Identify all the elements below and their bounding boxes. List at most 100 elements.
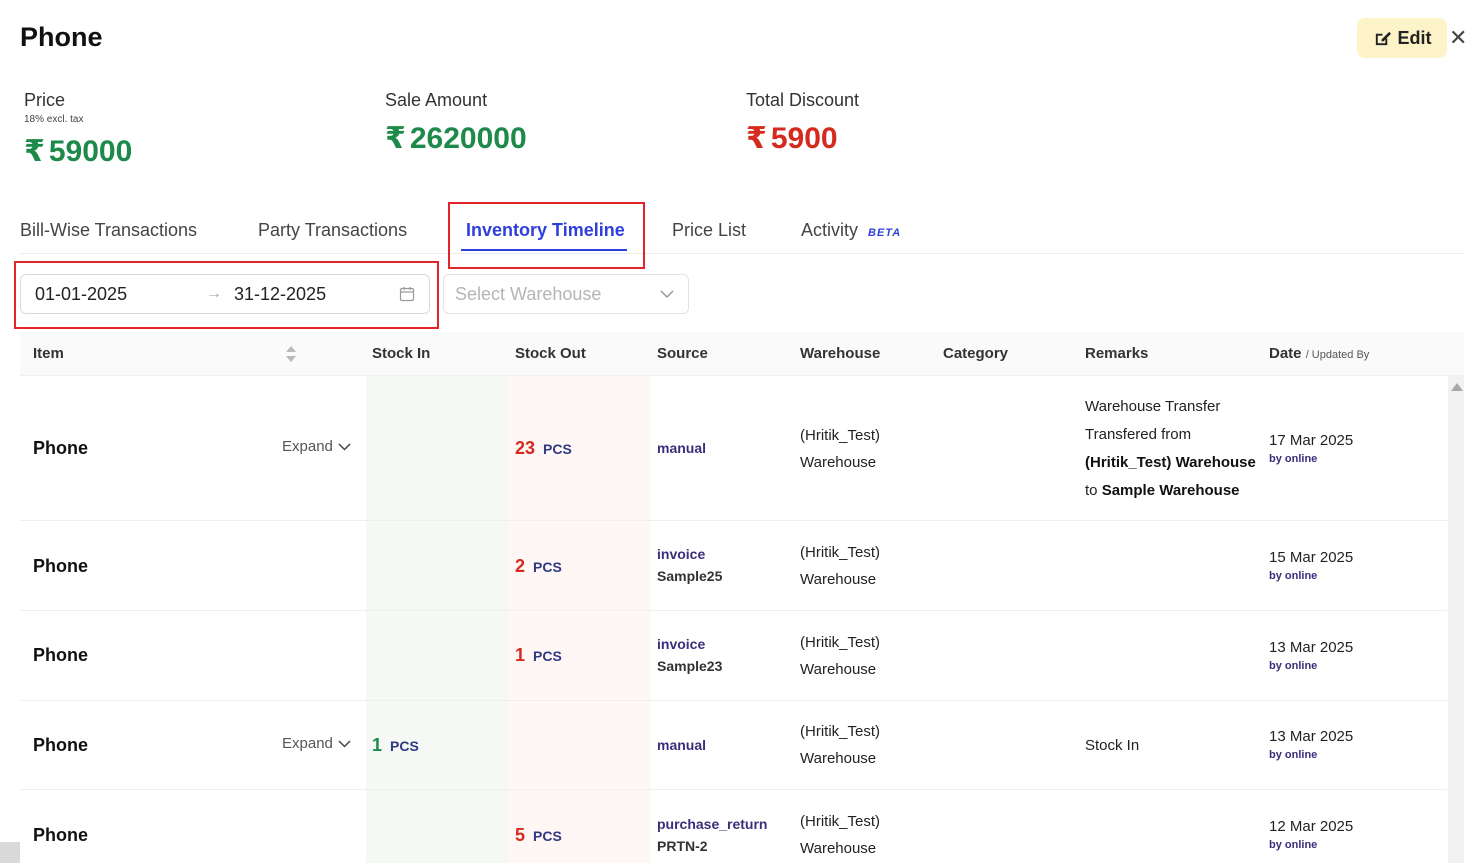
date-from-input[interactable]: 01-01-2025	[35, 284, 127, 305]
edit-button[interactable]: Edit	[1357, 18, 1447, 58]
warehouse-select-placeholder: Select Warehouse	[455, 283, 602, 304]
column-header-updated-by: / Updated By	[1305, 349, 1370, 361]
tab-activity[interactable]: Activity BETA	[801, 220, 901, 241]
tab-price-list[interactable]: Price List	[672, 220, 746, 241]
edit-icon	[1375, 31, 1391, 45]
remarks-cell: Stock In	[1085, 737, 1140, 754]
source-cell: manual	[657, 437, 706, 459]
tab-inventory-timeline[interactable]: Inventory Timeline	[466, 220, 625, 241]
item-name: Phone	[33, 556, 89, 576]
total-discount-value: ₹ 5900	[746, 121, 838, 156]
date-cell: 12 Mar 2025 by online	[1269, 818, 1354, 851]
sale-amount-label: Sale Amount	[385, 90, 488, 110]
rupee-icon: ₹	[385, 122, 406, 155]
updated-by: by online	[1269, 570, 1318, 582]
item-name: Phone	[33, 735, 89, 755]
unit-label: PCS	[390, 738, 419, 754]
stock-out-qty: 1 PCS	[515, 645, 562, 665]
column-header-remarks: Remarks	[1085, 345, 1149, 362]
price-stat: Price 18% excl. tax ₹ 59000	[24, 90, 132, 169]
tab-bar: Bill-Wise Transactions Party Transaction…	[20, 212, 1464, 254]
item-name: Phone	[33, 645, 89, 665]
stock-out-qty: 2 PCS	[515, 556, 562, 576]
item-name: Phone	[33, 825, 89, 845]
source-ref: PRTN-2	[657, 838, 708, 854]
close-icon[interactable]: ✕	[1449, 26, 1467, 50]
remarks-cell: Warehouse Transfer Transfered from (Hrit…	[1085, 398, 1256, 499]
table-row: Phone Expand 23 PCS manual (Hritik_Test) …	[20, 376, 1447, 521]
expand-button[interactable]: Expand	[282, 438, 351, 455]
sale-amount-stat: Sale Amount ₹ 2620000	[385, 90, 527, 156]
expand-button[interactable]: Expand	[282, 735, 351, 752]
column-header-stock-in: Stock In	[372, 345, 431, 362]
page-edge-fragment	[0, 842, 20, 863]
source-type-link[interactable]: manual	[657, 437, 706, 459]
item-name: Phone	[33, 438, 89, 458]
warehouse-cell: (Hritik_Test) Warehouse	[800, 634, 881, 678]
source-type-link[interactable]: manual	[657, 734, 706, 756]
column-header-warehouse: Warehouse	[800, 345, 881, 362]
table-row: Phone Expand 1 PCS manual (Hritik_Test) W…	[20, 701, 1447, 790]
updated-by: by online	[1269, 660, 1318, 672]
source-ref: Sample25	[657, 568, 723, 584]
updated-by: by online	[1269, 839, 1318, 851]
date-range-picker[interactable]: 01-01-2025 → 31-12-2025	[20, 274, 430, 314]
source-cell: invoice Sample23	[657, 633, 722, 677]
scroll-up-icon[interactable]	[1451, 383, 1463, 391]
tab-activity-label: Activity	[801, 220, 859, 240]
updated-by: by online	[1269, 749, 1318, 761]
table-header: Item Stock In Stock Out Source Warehouse…	[20, 332, 1464, 376]
stock-in-qty: 1 PCS	[372, 735, 419, 755]
arrow-right-icon: →	[206, 285, 222, 302]
unit-label: PCS	[533, 559, 562, 575]
active-tab-indicator	[461, 249, 627, 251]
source-type-link[interactable]: invoice	[657, 543, 722, 565]
total-discount-stat: Total Discount ₹ 5900	[746, 90, 859, 156]
source-cell: invoice Sample25	[657, 543, 722, 587]
total-discount-label: Total Discount	[746, 90, 860, 110]
date-cell: 17 Mar 2025 by online	[1269, 432, 1354, 465]
column-header-category: Category	[943, 345, 1009, 362]
chevron-down-icon	[338, 443, 351, 451]
warehouse-select[interactable]: Select Warehouse	[443, 274, 689, 314]
date-cell: 13 Mar 2025 by online	[1269, 639, 1354, 672]
table-scrollbar[interactable]	[1448, 376, 1464, 863]
price-tax-note: 18% excl. tax	[24, 114, 84, 125]
rupee-icon: ₹	[24, 135, 45, 168]
warehouse-cell: (Hritik_Test) Warehouse	[800, 427, 881, 471]
updated-by: by online	[1269, 453, 1318, 465]
unit-label: PCS	[543, 441, 572, 457]
calendar-icon	[399, 287, 415, 302]
warehouse-cell: (Hritik_Test) Warehouse	[800, 544, 881, 588]
edit-button-label: Edit	[1397, 27, 1432, 48]
chevron-down-icon	[338, 740, 351, 748]
rupee-icon: ₹	[746, 122, 767, 155]
column-header-item: Item	[33, 345, 64, 362]
source-cell: manual	[657, 734, 706, 756]
column-header-stock-out: Stock Out	[515, 345, 586, 362]
stock-out-qty: 5 PCS	[515, 825, 562, 845]
column-header-source: Source	[657, 345, 708, 362]
sale-amount-value: ₹ 2620000	[385, 121, 527, 156]
column-header-date: Date / Updated By	[1269, 345, 1370, 362]
beta-badge: BETA	[868, 227, 902, 239]
unit-label: PCS	[533, 828, 562, 844]
source-cell: purchase_return PRTN-2	[657, 813, 767, 857]
table-row: Phone 5 PCS purchase_return PRTN-2 (Hriti…	[20, 790, 1447, 863]
chevron-down-icon	[660, 290, 674, 299]
price-label: Price	[24, 90, 66, 110]
sort-icon[interactable]	[285, 344, 297, 364]
warehouse-cell: (Hritik_Test) Warehouse	[800, 813, 881, 857]
unit-label: PCS	[533, 648, 562, 664]
table-row: Phone 1 PCS invoice Sample23 (Hritik_Test…	[20, 611, 1447, 701]
date-to-input[interactable]: 31-12-2025	[234, 284, 326, 305]
source-type-link[interactable]: invoice	[657, 633, 722, 655]
price-value: ₹ 59000	[24, 134, 133, 169]
tab-party-transactions[interactable]: Party Transactions	[258, 220, 407, 241]
page-title: Phone	[20, 22, 103, 52]
tab-bill-wise-transactions[interactable]: Bill-Wise Transactions	[20, 220, 197, 241]
table-row: Phone 2 PCS invoice Sample25 (Hritik_Test…	[20, 521, 1447, 611]
source-type-link[interactable]: purchase_return	[657, 813, 767, 835]
source-ref: Sample23	[657, 658, 723, 674]
date-cell: 13 Mar 2025 by online	[1269, 728, 1354, 761]
